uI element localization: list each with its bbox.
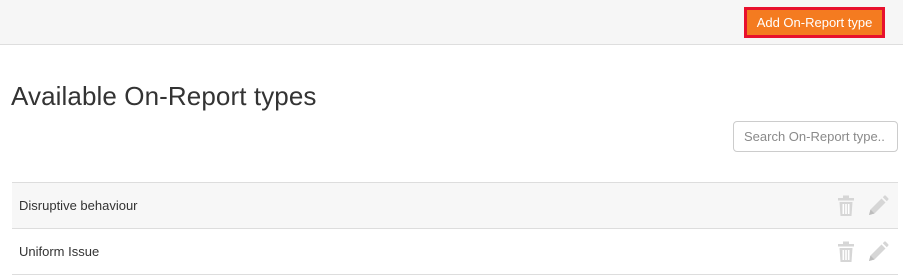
- trash-icon[interactable]: [834, 240, 858, 264]
- add-on-report-type-button[interactable]: Add On-Report type: [744, 7, 885, 38]
- trash-icon[interactable]: [834, 194, 858, 218]
- page-title: Available On-Report types: [11, 81, 317, 111]
- on-report-types-table: Disruptive behaviour Uniform Issue: [12, 182, 898, 275]
- table-row: Disruptive behaviour: [12, 183, 898, 229]
- top-toolbar: Add On-Report type: [0, 0, 903, 45]
- row-actions: [834, 194, 890, 218]
- pencil-icon[interactable]: [866, 240, 890, 264]
- row-name: Uniform Issue: [19, 244, 100, 259]
- table-row: Uniform Issue: [12, 229, 898, 275]
- pencil-icon[interactable]: [866, 194, 890, 218]
- row-name: Disruptive behaviour: [19, 198, 138, 213]
- row-actions: [834, 240, 890, 264]
- search-input[interactable]: [733, 121, 898, 152]
